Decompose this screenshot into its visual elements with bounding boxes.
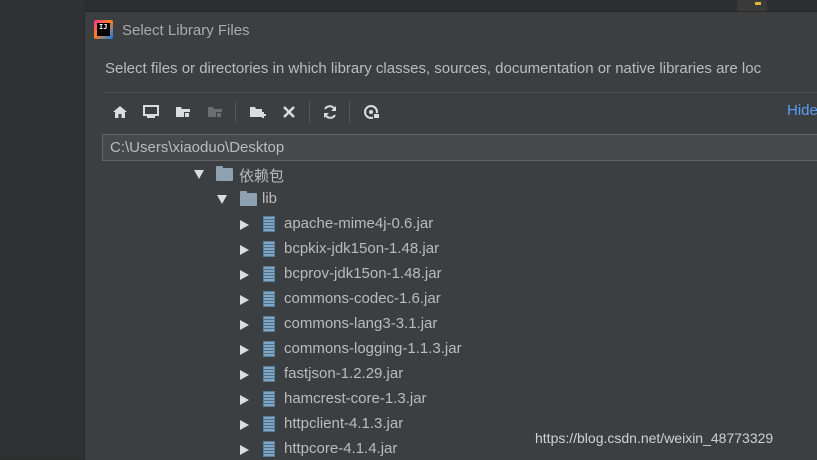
collapsed-arrow-icon[interactable] <box>240 345 249 355</box>
collapsed-arrow-icon[interactable] <box>240 270 249 280</box>
collapsed-arrow-icon[interactable] <box>240 220 249 230</box>
expanded-arrow-icon[interactable] <box>194 170 204 179</box>
background-widget <box>737 0 767 11</box>
tree-node-label: bcpkix-jdk15on-1.48.jar <box>284 240 440 257</box>
file-chooser-toolbar <box>103 92 817 129</box>
tree-node-label: 依赖包 <box>239 168 285 185</box>
collapsed-arrow-icon[interactable] <box>240 445 249 455</box>
collapsed-arrow-icon[interactable] <box>240 295 249 305</box>
collapsed-arrow-icon[interactable] <box>240 395 249 405</box>
tree-node-label: commons-logging-1.1.3.jar <box>284 340 462 357</box>
tree-node-jar[interactable]: fastjson-1.2.29.jar <box>85 363 817 388</box>
expanded-arrow-icon[interactable] <box>217 195 227 204</box>
jar-icon <box>263 216 275 232</box>
tree-node-label: httpcore-4.1.4.jar <box>284 440 398 457</box>
folder-icon <box>240 191 257 206</box>
delete-icon[interactable] <box>278 101 300 123</box>
dialog-description: Select files or directories in which lib… <box>105 60 762 77</box>
home-icon[interactable] <box>109 101 131 123</box>
background-panel <box>0 0 84 459</box>
tree-node-jar[interactable]: commons-lang3-3.1.jar <box>85 313 817 338</box>
path-input[interactable]: C:\Users\xiaoduo\Desktop <box>102 134 817 161</box>
tree-node-label: httpclient-4.1.3.jar <box>284 415 404 432</box>
tree-node-jar[interactable]: commons-codec-1.6.jar <box>85 288 817 313</box>
hide-link[interactable]: Hide <box>787 102 817 119</box>
select-library-files-dialog: IJ Select Library Files Select files or … <box>84 11 817 460</box>
collapsed-arrow-icon[interactable] <box>240 370 249 380</box>
jar-icon <box>263 266 275 282</box>
jar-icon <box>263 291 275 307</box>
desktop-icon[interactable] <box>140 101 162 123</box>
module-folder-icon <box>204 101 226 123</box>
jar-icon <box>263 241 275 257</box>
tree-node-label: hamcrest-core-1.3.jar <box>284 390 427 407</box>
jar-icon <box>263 441 275 457</box>
toolbar-separator <box>309 101 310 123</box>
show-hidden-icon[interactable] <box>361 101 383 123</box>
tree-node-jar[interactable]: bcpkix-jdk15on-1.48.jar <box>85 238 817 263</box>
tree-node-jar[interactable]: bcprov-jdk15on-1.48.jar <box>85 263 817 288</box>
tree-node-label: bcprov-jdk15on-1.48.jar <box>284 265 442 282</box>
tree-node-label: commons-codec-1.6.jar <box>284 290 441 307</box>
toolbar-separator <box>235 101 236 123</box>
tree-node-label: apache-mime4j-0.6.jar <box>284 215 434 232</box>
tree-node-label: lib <box>262 190 278 207</box>
tree-node-label: fastjson-1.2.29.jar <box>284 365 404 382</box>
tree-node-root-folder[interactable]: 依赖包 <box>85 163 817 188</box>
tree-node-label: commons-lang3-3.1.jar <box>284 315 438 332</box>
tree-node-jar[interactable]: apache-mime4j-0.6.jar <box>85 213 817 238</box>
refresh-icon[interactable] <box>319 101 341 123</box>
tree-node-jar[interactable]: hamcrest-core-1.3.jar <box>85 388 817 413</box>
collapsed-arrow-icon[interactable] <box>240 245 249 255</box>
jar-icon <box>263 316 275 332</box>
jar-icon <box>263 341 275 357</box>
intellij-app-icon: IJ <box>94 20 113 39</box>
jar-icon <box>263 416 275 432</box>
new-folder-icon[interactable] <box>247 101 269 123</box>
collapsed-arrow-icon[interactable] <box>240 320 249 330</box>
project-folder-icon[interactable] <box>172 101 194 123</box>
jar-icon <box>263 366 275 382</box>
dialog-title: Select Library Files <box>122 22 250 39</box>
tree-node-jar[interactable]: commons-logging-1.1.3.jar <box>85 338 817 363</box>
file-tree: 依赖包 lib apache-mime4j-0.6.jar bcpkix-jdk… <box>85 163 817 460</box>
jar-icon <box>263 391 275 407</box>
tree-node-lib-folder[interactable]: lib <box>85 188 817 213</box>
dialog-titlebar: IJ Select Library Files <box>85 12 817 52</box>
watermark-text: https://blog.csdn.net/weixin_48773329 <box>535 430 774 446</box>
toolbar-separator <box>349 101 350 123</box>
collapsed-arrow-icon[interactable] <box>240 420 249 430</box>
folder-icon <box>216 166 233 181</box>
